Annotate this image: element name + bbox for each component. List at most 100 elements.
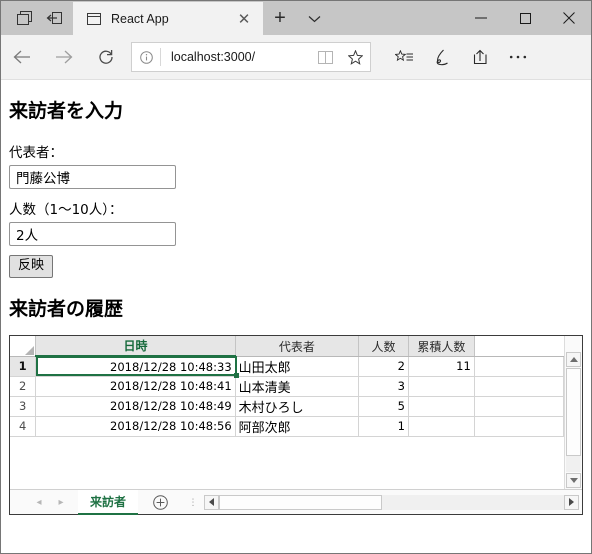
column-header-date[interactable]: 日時 — [35, 336, 236, 358]
share-icon[interactable] — [461, 37, 499, 77]
reading-view-icon[interactable] — [310, 44, 340, 70]
star-icon[interactable] — [340, 44, 370, 70]
sheet-next-button[interactable]: ▸ — [50, 497, 72, 508]
triangle-right-icon — [569, 498, 574, 507]
more-settings-icon[interactable] — [499, 37, 537, 77]
back-icon[interactable] — [1, 37, 43, 77]
web-note-pen-icon[interactable] — [423, 37, 461, 77]
scroll-left-button[interactable] — [204, 494, 220, 510]
forward-icon[interactable] — [43, 37, 85, 77]
cell-name-2[interactable]: 山本清美 — [235, 376, 360, 397]
new-tab-button[interactable]: + — [263, 2, 297, 35]
cell-empty[interactable] — [235, 436, 360, 456]
page-title-input: 来訪者を入力 — [9, 100, 124, 122]
tab-title: React App — [111, 11, 169, 26]
cell-pad-3[interactable] — [474, 396, 564, 417]
cell-empty[interactable] — [358, 436, 409, 456]
cell-count-2[interactable]: 3 — [358, 376, 409, 397]
scroll-right-button[interactable] — [564, 494, 579, 510]
count-field-label: 人数（1〜10人）： — [9, 202, 123, 218]
table-row[interactable]: 4 2018/12/28 10:48:56 阿部次郎 1 — [10, 416, 564, 437]
cell-count-4[interactable]: 1 — [358, 416, 409, 437]
row-header-2[interactable]: 2 — [10, 376, 37, 397]
sheet-prev-button[interactable]: ◂ — [28, 497, 50, 508]
cell-pad-2[interactable] — [474, 376, 564, 397]
column-header-cumulative[interactable]: 累積人数 — [408, 336, 475, 357]
close-window-button[interactable] — [547, 1, 591, 35]
cell-date-1[interactable]: 2018/12/28 10:48:33 — [35, 356, 236, 377]
cell-empty[interactable] — [35, 436, 236, 456]
name-field-label: 代表者： — [9, 145, 63, 161]
submit-button[interactable]: 反映 — [9, 255, 54, 279]
info-icon[interactable] — [132, 50, 160, 64]
cell-count-1[interactable]: 2 — [358, 356, 409, 377]
cell-date-4[interactable]: 2018/12/28 10:48:56 — [35, 416, 236, 437]
scroll-down-button[interactable] — [566, 473, 581, 489]
column-header-row: 日時 代表者 人数 累積人数 — [10, 336, 564, 358]
count-input[interactable] — [9, 222, 176, 246]
name-input[interactable] — [9, 165, 176, 189]
corner-triangle-icon — [25, 345, 35, 355]
cell-pad-1[interactable] — [474, 356, 564, 377]
refresh-icon[interactable] — [85, 37, 127, 77]
cell-name-4[interactable]: 阿部次郎 — [235, 416, 360, 437]
maximize-button[interactable] — [503, 1, 547, 35]
table-row-empty[interactable]: 5 — [10, 436, 564, 456]
add-sheet-button[interactable] — [138, 494, 182, 510]
set-tabs-aside-icon[interactable] — [9, 1, 39, 35]
spreadsheet-widget: 日時 代表者 人数 累積人数 1 2018/12/28 10:48:33 山田太… — [9, 335, 583, 516]
cell-cumulative-4[interactable] — [408, 416, 475, 437]
cell-pad-4[interactable] — [474, 416, 564, 437]
page-content: 来訪者を入力 代表者： 人数（1〜10人）： 反映 来訪者の履歴 — [1, 80, 591, 553]
cell-date-2[interactable]: 2018/12/28 10:48:41 — [35, 376, 236, 397]
address-bar[interactable]: localhost:3000/ — [131, 42, 371, 72]
url-text[interactable]: localhost:3000/ — [161, 50, 310, 64]
sheet-nav-arrows: ◂ ▸ — [10, 497, 78, 508]
select-all-corner[interactable] — [10, 336, 37, 357]
row-header-1[interactable]: 1 — [10, 356, 37, 377]
restore-tabs-icon[interactable] — [39, 1, 69, 35]
column-header-count[interactable]: 人数 — [358, 336, 409, 357]
scroll-up-button[interactable] — [566, 352, 581, 368]
window-controls — [459, 1, 591, 35]
row-header-empty: 5 — [10, 436, 37, 456]
chevron-down-icon[interactable] — [297, 2, 331, 35]
horizontal-scroll-track[interactable] — [219, 494, 564, 510]
column-header-name[interactable]: 代表者 — [235, 336, 360, 357]
tab-bar-left-actions — [1, 1, 69, 35]
close-icon[interactable]: ✕ — [231, 6, 257, 32]
sheet-options-icon[interactable]: ⋮ — [182, 497, 204, 506]
cell-name-3[interactable]: 木村ひろし — [235, 396, 360, 417]
row-header-4[interactable]: 4 — [10, 416, 37, 437]
spreadsheet-body: 日時 代表者 人数 累積人数 1 2018/12/28 10:48:33 山田太… — [10, 336, 582, 490]
vertical-scroll-track[interactable] — [566, 368, 581, 473]
column-header-blank — [474, 336, 564, 357]
favorites-hub-icon[interactable] — [385, 37, 423, 77]
spreadsheet-table: 日時 代表者 人数 累積人数 1 2018/12/28 10:48:33 山田太… — [10, 336, 564, 456]
cell-cumulative-2[interactable] — [408, 376, 475, 397]
cell-date-3[interactable]: 2018/12/28 10:48:49 — [35, 396, 236, 417]
table-row[interactable]: 3 2018/12/28 10:48:49 木村ひろし 5 — [10, 396, 564, 417]
cell-cumulative-3[interactable] — [408, 396, 475, 417]
cell-empty[interactable] — [408, 436, 475, 456]
minimize-button[interactable] — [459, 1, 503, 35]
table-row[interactable]: 2 2018/12/28 10:48:41 山本清美 3 — [10, 376, 564, 397]
row-header-3[interactable]: 3 — [10, 396, 37, 417]
table-row[interactable]: 1 2018/12/28 10:48:33 山田太郎 2 11 — [10, 356, 564, 377]
vertical-scrollbar[interactable] — [564, 336, 582, 490]
cell-empty[interactable] — [474, 436, 564, 456]
browser-tab-react-app[interactable]: React App ✕ — [73, 2, 263, 35]
horizontal-scrollbar[interactable] — [204, 494, 579, 511]
sheet-tab-visitors[interactable]: 来訪者 — [78, 489, 139, 515]
spreadsheet-grid[interactable]: 日時 代表者 人数 累積人数 1 2018/12/28 10:48:33 山田太… — [10, 336, 564, 489]
sheet-tab-bar: ◂ ▸ 来訪者 ⋮ — [10, 489, 582, 515]
cell-cumulative-1[interactable]: 11 — [408, 356, 475, 377]
cell-name-1[interactable]: 山田太郎 — [235, 356, 360, 377]
page-title-history: 来訪者の履歴 — [9, 298, 124, 321]
triangle-left-icon — [209, 498, 215, 507]
cell-count-3[interactable]: 5 — [358, 396, 409, 417]
horizontal-scroll-thumb[interactable] — [219, 494, 383, 510]
triangle-up-icon — [569, 357, 578, 363]
vertical-scroll-thumb[interactable] — [566, 368, 581, 457]
window-icon — [85, 10, 103, 28]
